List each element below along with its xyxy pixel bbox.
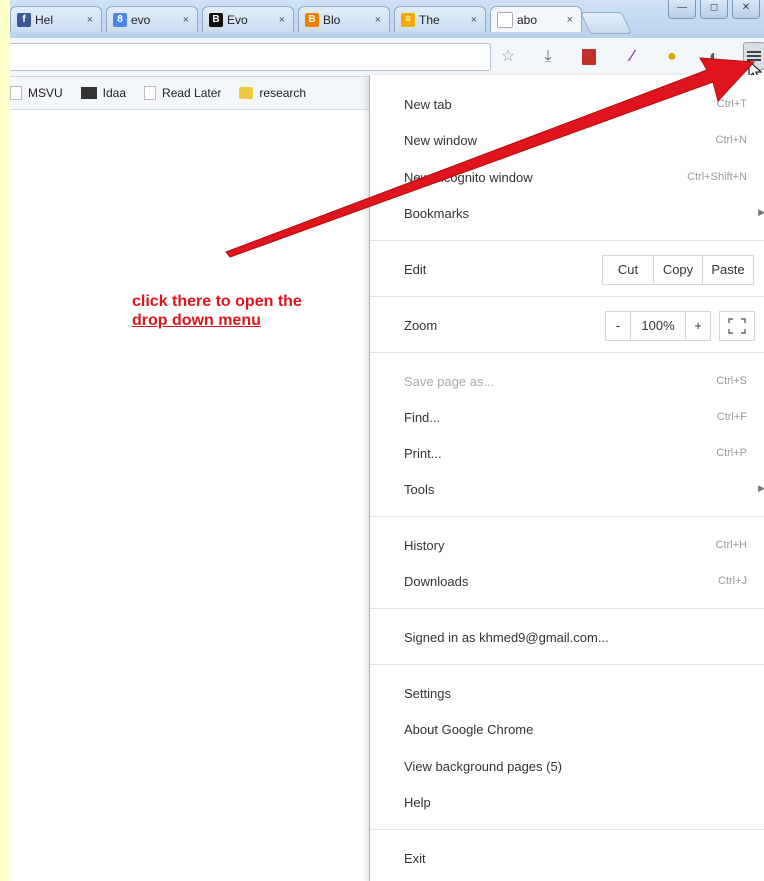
annotation-text: click there to open the drop down menu xyxy=(132,292,302,330)
annotation-line: drop down menu xyxy=(132,312,261,329)
tab-about[interactable]: abo × xyxy=(490,6,582,32)
close-icon[interactable]: × xyxy=(567,14,573,26)
annotation-line: click there to open the xyxy=(132,293,302,310)
tab-title: abo xyxy=(517,12,538,27)
page-icon xyxy=(497,11,513,28)
annotation-arrow xyxy=(225,57,756,258)
